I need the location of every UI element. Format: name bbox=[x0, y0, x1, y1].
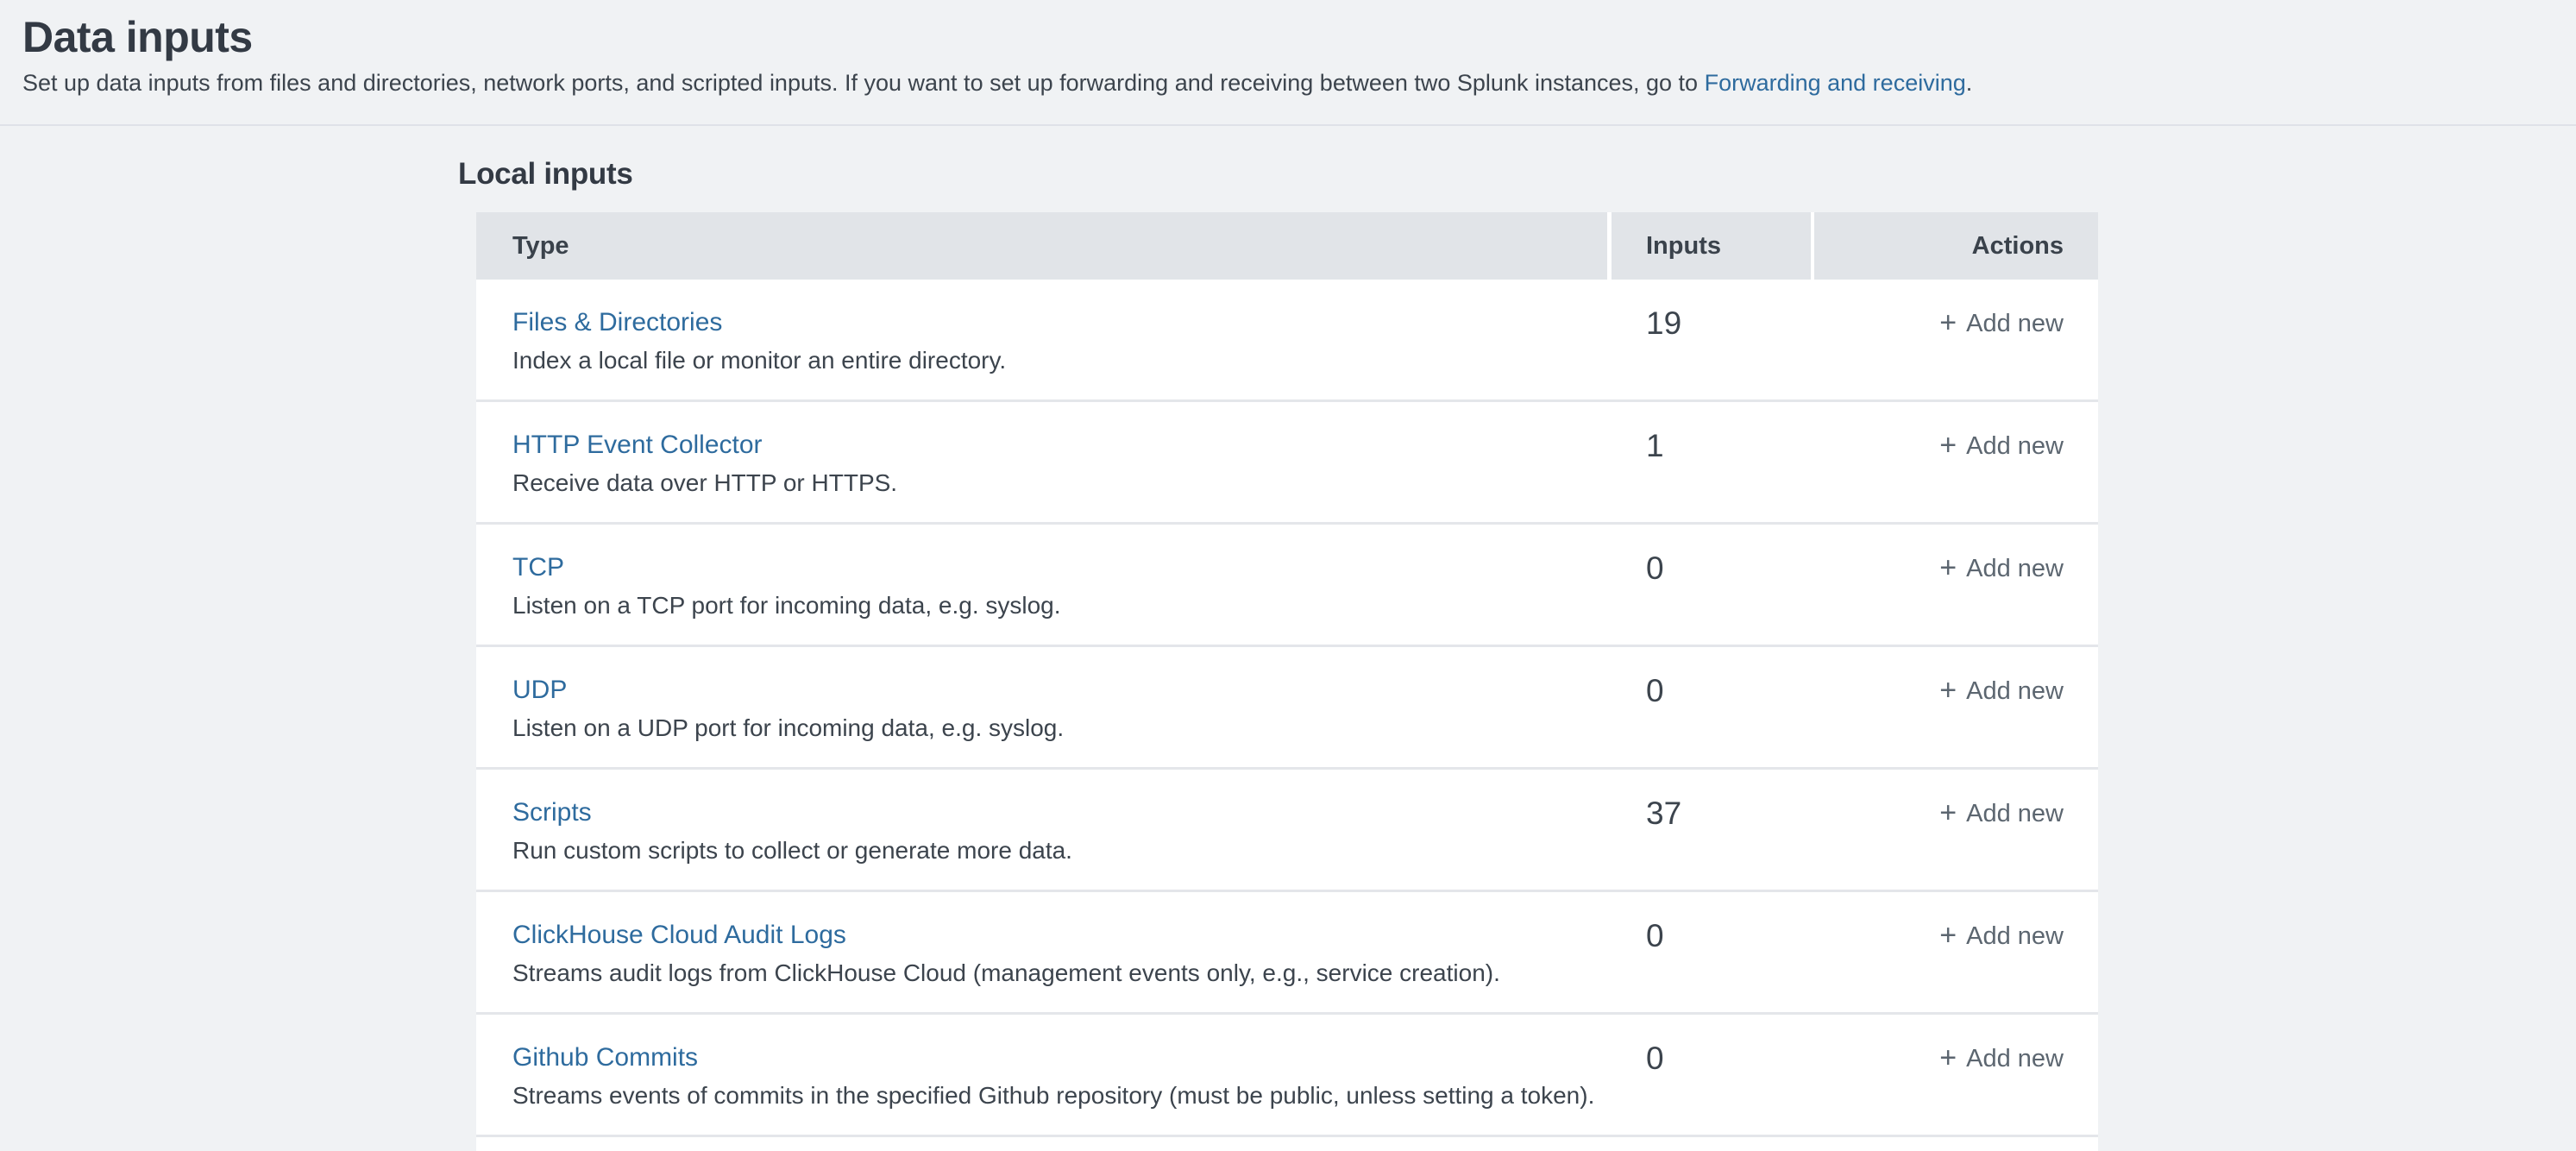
page-title: Data inputs bbox=[22, 10, 2576, 64]
input-type-description: Streams audit logs from ClickHouse Cloud… bbox=[512, 957, 1612, 990]
input-type-description: Listen on a UDP port for incoming data, … bbox=[512, 712, 1612, 745]
inputs-count: 0 bbox=[1612, 647, 1814, 767]
type-cell: UDP Listen on a UDP port for incoming da… bbox=[476, 647, 1612, 767]
plus-icon: + bbox=[1939, 552, 1957, 583]
input-type-description: Run custom scripts to collect or generat… bbox=[512, 834, 1612, 867]
actions-cell: + Add new bbox=[1814, 1015, 2098, 1135]
page-subtitle-period: . bbox=[1966, 70, 1973, 96]
type-cell: ClickHouse Cloud Audit Logs Streams audi… bbox=[476, 892, 1612, 1012]
page-header: Data inputs Set up data inputs from file… bbox=[0, 0, 2576, 126]
table-row: TCP Listen on a TCP port for incoming da… bbox=[476, 525, 2098, 647]
add-new-link[interactable]: + Add new bbox=[1939, 921, 2064, 952]
actions-cell: + Add new bbox=[1814, 280, 2098, 399]
column-header-type: Type bbox=[476, 212, 1607, 280]
add-new-label: Add new bbox=[1966, 431, 2064, 462]
inputs-count: 37 bbox=[1612, 770, 1814, 890]
add-new-link[interactable]: + Add new bbox=[1939, 431, 2064, 462]
input-type-link[interactable]: Scripts bbox=[512, 796, 592, 829]
inputs-count: 0 bbox=[1612, 892, 1814, 1012]
inputs-count: 1 bbox=[1612, 402, 1814, 522]
input-type-description: Index a local file or monitor an entire … bbox=[512, 344, 1612, 377]
plus-icon: + bbox=[1939, 675, 1957, 706]
add-new-label: Add new bbox=[1966, 1043, 2064, 1074]
table-body: Files & Directories Index a local file o… bbox=[476, 280, 2098, 1137]
inputs-count: 0 bbox=[1612, 525, 1814, 645]
input-type-link[interactable]: ClickHouse Cloud Audit Logs bbox=[512, 919, 846, 952]
add-new-label: Add new bbox=[1966, 553, 2064, 584]
inputs-count: 19 bbox=[1612, 280, 1814, 399]
add-new-link[interactable]: + Add new bbox=[1939, 553, 2064, 584]
table-row: Scripts Run custom scripts to collect or… bbox=[476, 770, 2098, 892]
inputs-count: 0 bbox=[1612, 1015, 1814, 1135]
input-type-link[interactable]: Files & Directories bbox=[512, 306, 722, 339]
type-cell: Scripts Run custom scripts to collect or… bbox=[476, 770, 1612, 890]
plus-icon: + bbox=[1939, 1042, 1957, 1073]
type-cell: TCP Listen on a TCP port for incoming da… bbox=[476, 525, 1612, 645]
add-new-link[interactable]: + Add new bbox=[1939, 676, 2064, 707]
table-header-row: Type Inputs Actions bbox=[476, 212, 2098, 280]
actions-cell: + Add new bbox=[1814, 402, 2098, 522]
local-inputs-table: Type Inputs Actions Files & Directories … bbox=[476, 212, 2098, 1151]
input-type-link[interactable]: HTTP Event Collector bbox=[512, 429, 763, 462]
input-type-link[interactable]: TCP bbox=[512, 551, 564, 584]
input-type-link[interactable]: UDP bbox=[512, 674, 567, 707]
actions-cell: + Add new bbox=[1814, 892, 2098, 1012]
forwarding-and-receiving-link[interactable]: Forwarding and receiving bbox=[1705, 70, 1966, 96]
input-type-link[interactable]: Github Commits bbox=[512, 1041, 698, 1074]
actions-cell: + Add new bbox=[1814, 770, 2098, 890]
page-subtitle-text: Set up data inputs from files and direct… bbox=[22, 70, 1705, 96]
plus-icon: + bbox=[1939, 920, 1957, 951]
data-inputs-page: Data inputs Set up data inputs from file… bbox=[0, 0, 2576, 1151]
add-new-label: Add new bbox=[1966, 308, 2064, 339]
add-new-label: Add new bbox=[1966, 921, 2064, 952]
add-new-label: Add new bbox=[1966, 676, 2064, 707]
add-new-link[interactable]: + Add new bbox=[1939, 308, 2064, 339]
type-cell: Github Commits Streams events of commits… bbox=[476, 1015, 1612, 1135]
plus-icon: + bbox=[1939, 430, 1957, 461]
local-inputs-heading: Local inputs bbox=[458, 155, 2576, 193]
add-new-link[interactable]: + Add new bbox=[1939, 798, 2064, 829]
table-row: ClickHouse Cloud Audit Logs Streams audi… bbox=[476, 892, 2098, 1015]
input-type-description: Receive data over HTTP or HTTPS. bbox=[512, 467, 1612, 500]
add-new-link[interactable]: + Add new bbox=[1939, 1043, 2064, 1074]
input-type-description: Listen on a TCP port for incoming data, … bbox=[512, 589, 1612, 622]
column-header-actions: Actions bbox=[1814, 212, 2098, 280]
actions-cell: + Add new bbox=[1814, 525, 2098, 645]
column-header-inputs: Inputs bbox=[1612, 212, 1811, 280]
table-row: UDP Listen on a UDP port for incoming da… bbox=[476, 647, 2098, 770]
plus-icon: + bbox=[1939, 307, 1957, 338]
actions-cell: + Add new bbox=[1814, 647, 2098, 767]
page-subtitle: Set up data inputs from files and direct… bbox=[22, 66, 2576, 100]
plus-icon: + bbox=[1939, 797, 1957, 828]
next-row-partial bbox=[476, 1137, 2098, 1151]
table-row: Github Commits Streams events of commits… bbox=[476, 1015, 2098, 1137]
add-new-label: Add new bbox=[1966, 798, 2064, 829]
table-row: HTTP Event Collector Receive data over H… bbox=[476, 402, 2098, 525]
type-cell: Files & Directories Index a local file o… bbox=[476, 280, 1612, 399]
table-row: Files & Directories Index a local file o… bbox=[476, 280, 2098, 402]
type-cell: HTTP Event Collector Receive data over H… bbox=[476, 402, 1612, 522]
input-type-description: Streams events of commits in the specifi… bbox=[512, 1079, 1612, 1112]
